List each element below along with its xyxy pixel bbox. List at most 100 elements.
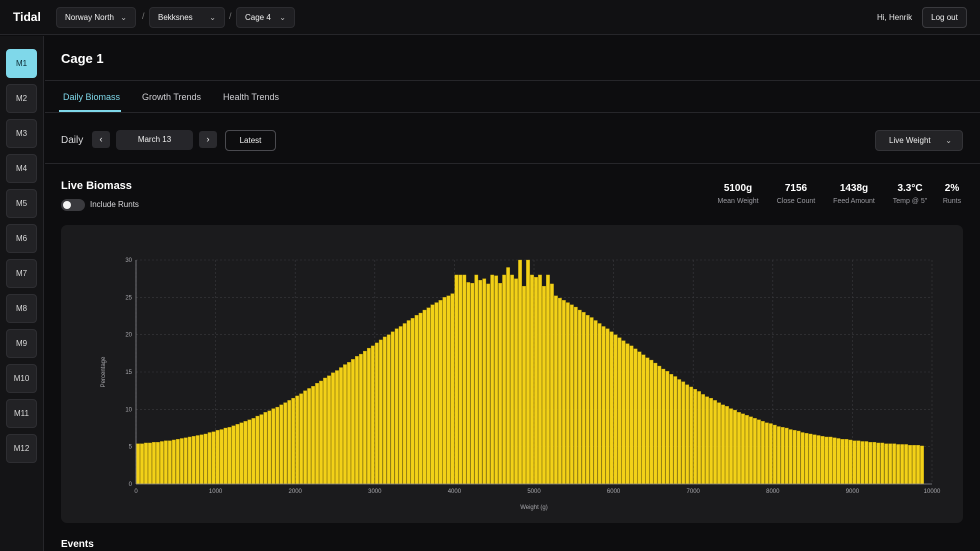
sidebar-item-m10[interactable]: M10 — [6, 364, 37, 393]
histogram-bar — [832, 437, 837, 485]
histogram-bar — [175, 439, 180, 485]
breadcrumb-site[interactable]: Bekksnes ⌄ — [149, 7, 225, 28]
histogram-bar — [530, 274, 534, 485]
histogram-bar — [470, 282, 475, 485]
next-date-button[interactable]: › — [199, 131, 217, 148]
histogram-bar — [876, 442, 881, 485]
histogram-bar — [593, 320, 598, 485]
histogram-bar — [410, 318, 415, 485]
sidebar-item-m3[interactable]: M3 — [6, 119, 37, 148]
sidebar-item-m5[interactable]: M5 — [6, 189, 37, 218]
sidebar-item-m12[interactable]: M12 — [6, 434, 37, 463]
chevron-left-icon: ‹ — [99, 134, 103, 144]
sidebar-item-m8[interactable]: M8 — [6, 294, 37, 323]
histogram-bar — [824, 436, 829, 485]
histogram-bar — [665, 371, 670, 485]
histogram-bar — [386, 334, 391, 485]
metric-select[interactable]: Live Weight ⌄ — [875, 130, 963, 151]
y-tick-label: 5 — [129, 445, 133, 451]
breadcrumb-region[interactable]: Norway North ⌄ — [56, 7, 136, 28]
histogram-bar — [800, 432, 805, 485]
histogram-bar — [323, 377, 327, 485]
histogram-bar — [223, 427, 228, 485]
histogram-bar — [896, 444, 901, 485]
histogram-bar — [514, 278, 518, 485]
histogram-bar — [203, 433, 208, 485]
histogram-bar — [498, 282, 503, 485]
divider — [45, 112, 980, 113]
logout-button[interactable]: Log out — [922, 7, 967, 28]
sidebar-item-m1[interactable]: M1 — [6, 49, 37, 78]
x-tick-label: 7000 — [687, 489, 701, 495]
histogram-bar — [733, 409, 737, 485]
histogram-bar — [374, 342, 379, 485]
histogram-bar — [462, 274, 467, 485]
histogram-bar — [171, 439, 176, 485]
section-title: Live Biomass — [61, 180, 132, 192]
histogram-bar — [693, 389, 698, 485]
histogram-bar — [784, 427, 789, 485]
chevron-down-icon: ⌄ — [945, 136, 952, 145]
histogram-bar — [394, 328, 399, 485]
y-axis-label: Percentage — [101, 356, 107, 387]
histogram-bar — [152, 442, 156, 485]
histogram-bar — [792, 430, 797, 485]
histogram-bar — [275, 406, 280, 485]
tab-growth-trends[interactable]: Growth Trends — [142, 92, 201, 102]
histogram-bar — [681, 381, 686, 485]
histogram-bar — [140, 443, 144, 485]
histogram-bar — [494, 275, 499, 485]
histogram-bar — [633, 348, 638, 485]
histogram-bar — [761, 421, 765, 485]
stat-label: Runts — [942, 198, 962, 205]
stat-value: 7156 — [784, 183, 808, 194]
x-tick-label: 3000 — [368, 489, 382, 495]
histogram-bar — [311, 386, 315, 485]
histogram-bar — [335, 370, 339, 485]
y-tick-label: 30 — [125, 258, 132, 264]
breadcrumb-cage[interactable]: Cage 4 ⌄ — [236, 7, 295, 28]
chevron-right-icon: › — [206, 134, 210, 144]
divider — [45, 163, 980, 164]
sidebar-item-m2[interactable]: M2 — [6, 84, 37, 113]
histogram-bar — [597, 323, 602, 485]
sidebar-item-m4[interactable]: M4 — [6, 154, 37, 183]
histogram-bar — [343, 364, 347, 485]
stat-close-count: 7156 Close Count — [772, 183, 820, 205]
histogram-bar — [486, 283, 491, 485]
sidebar-item-m9[interactable]: M9 — [6, 329, 37, 358]
histogram-bar — [609, 331, 614, 485]
sidebar-item-m6[interactable]: M6 — [6, 224, 37, 253]
histogram-bar — [709, 397, 713, 485]
histogram-bar — [776, 426, 781, 485]
histogram-bar — [402, 323, 407, 485]
histogram-bar — [263, 412, 268, 485]
histogram-bar — [526, 259, 530, 485]
histogram-bar — [661, 368, 666, 485]
histogram-bar — [347, 362, 351, 485]
histogram-bar — [725, 406, 729, 485]
tab-health-trends[interactable]: Health Trends — [223, 92, 279, 102]
stat-temperature: 3.3°C Temp @ 5" — [888, 183, 932, 205]
histogram-bar — [478, 280, 483, 485]
sidebar-item-m11[interactable]: M11 — [6, 399, 37, 428]
sidebar-item-m7[interactable]: M7 — [6, 259, 37, 288]
histogram-bar — [653, 362, 658, 485]
histogram-bar — [689, 386, 694, 485]
chevron-down-icon: ⌄ — [120, 13, 127, 22]
histogram-bar — [438, 300, 443, 485]
include-runts-toggle[interactable] — [61, 199, 85, 211]
tab-daily-biomass[interactable]: Daily Biomass — [63, 92, 120, 102]
histogram-bar — [235, 424, 240, 485]
chevron-down-icon: ⌄ — [279, 13, 286, 22]
histogram-bar — [199, 434, 204, 485]
histogram-bar — [370, 345, 375, 485]
date-picker[interactable]: March 13 — [116, 130, 193, 150]
histogram-bar — [430, 304, 435, 485]
histogram-bar — [617, 337, 622, 485]
latest-button[interactable]: Latest — [225, 130, 276, 151]
histogram-bar — [247, 419, 252, 485]
histogram-bar — [482, 278, 487, 485]
histogram-bar — [359, 353, 363, 485]
prev-date-button[interactable]: ‹ — [92, 131, 110, 148]
